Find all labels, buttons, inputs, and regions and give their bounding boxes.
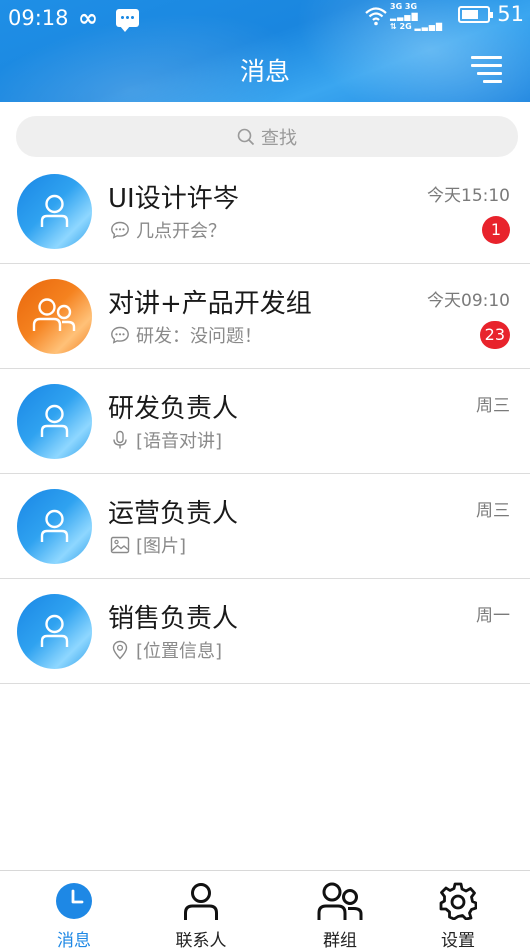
- nav-item-groups[interactable]: 群组: [290, 871, 390, 949]
- microphone-icon: [113, 430, 127, 449]
- image-icon: [110, 536, 130, 554]
- conversation-time: 周一: [476, 606, 510, 626]
- conversation-item[interactable]: 销售负责人 周一 [位置信息]: [0, 579, 530, 684]
- nav-item-settings[interactable]: 设置: [408, 871, 508, 949]
- group-icon: [317, 882, 363, 920]
- nav-item-messages[interactable]: 消息: [24, 871, 124, 949]
- conversation-name: 对讲+产品开发组: [108, 289, 312, 319]
- person-icon: [40, 404, 69, 437]
- avatar: [17, 279, 92, 354]
- unread-badge: 23: [479, 321, 510, 349]
- person-icon: [40, 614, 69, 647]
- search-icon: [237, 128, 255, 145]
- conversation-name: 运营负责人: [108, 499, 239, 529]
- search-input[interactable]: 查找: [16, 116, 518, 157]
- conversation-preview: [图片]: [110, 534, 187, 557]
- conversation-item[interactable]: 对讲+产品开发组 今天09:10 研发：没问题！ 23: [0, 264, 530, 369]
- person-icon: [184, 883, 218, 920]
- conversation-preview: [语音对讲]: [110, 429, 223, 452]
- battery-level: 51: [497, 2, 524, 26]
- nav-label: 群组: [323, 931, 357, 949]
- gear-icon: [439, 882, 477, 920]
- preview-text: [位置信息]: [136, 641, 223, 662]
- page-title: 消息: [239, 57, 290, 86]
- menu-button[interactable]: [471, 55, 502, 83]
- preview-text: [图片]: [136, 536, 187, 557]
- unread-badge: 1: [482, 216, 510, 244]
- conversation-name: 研发负责人: [108, 394, 239, 424]
- search-placeholder: 查找: [261, 127, 297, 149]
- nav-item-contacts[interactable]: 联系人: [151, 871, 251, 949]
- person-icon: [40, 509, 69, 542]
- conversation-name: 销售负责人: [108, 604, 239, 634]
- conversation-time: 今天15:10: [427, 186, 510, 206]
- conversation-name: UI设计许岑: [108, 184, 239, 214]
- conversation-item[interactable]: UI设计许岑 今天15:10 几点开会？ 1: [0, 159, 530, 264]
- cellular-signal-icon: 3G 3G ▂▃▅▇ ⇅ 2G ▂▃▅▇: [390, 2, 444, 31]
- conversation-list: UI设计许岑 今天15:10 几点开会？ 1 对讲+产品开发组 今天09:10: [0, 159, 530, 684]
- message-notification-icon: [116, 9, 139, 32]
- avatar: [17, 384, 92, 459]
- nav-label: 设置: [441, 931, 475, 949]
- chat-bubble-icon: [111, 221, 129, 239]
- preview-text: 几点开会？: [136, 221, 226, 242]
- battery-icon: [458, 6, 493, 23]
- conversation-preview: [位置信息]: [110, 639, 223, 662]
- location-pin-icon: [112, 640, 128, 660]
- wifi-icon: [365, 7, 387, 26]
- nav-label: 联系人: [175, 931, 227, 949]
- conversation-preview: 几点开会？: [110, 219, 226, 242]
- nav-label: 消息: [57, 931, 91, 949]
- preview-text: 研发：没问题！: [136, 326, 262, 347]
- clock-icon: [56, 883, 92, 919]
- avatar: [17, 489, 92, 564]
- group-icon: [32, 298, 76, 331]
- person-icon: [40, 194, 69, 227]
- avatar: [17, 174, 92, 249]
- conversation-time: 今天09:10: [427, 291, 510, 311]
- conversation-time: 周三: [476, 396, 510, 416]
- status-time: 09:18: [8, 6, 69, 30]
- infinity-icon: ∞: [78, 4, 98, 32]
- conversation-time: 周三: [476, 501, 510, 521]
- conversation-item[interactable]: 研发负责人 周三 [语音对讲]: [0, 369, 530, 474]
- conversation-preview: 研发：没问题！: [110, 324, 262, 347]
- status-bar: 09:18 ∞ 3G 3G ▂▃▅▇ ⇅ 2G ▂▃▅▇ 51: [0, 0, 530, 38]
- header: 09:18 ∞ 3G 3G ▂▃▅▇ ⇅ 2G ▂▃▅▇ 51 消息: [0, 0, 530, 102]
- conversation-item[interactable]: 运营负责人 周三 [图片]: [0, 474, 530, 579]
- avatar: [17, 594, 92, 669]
- chat-bubble-icon: [111, 326, 129, 344]
- preview-text: [语音对讲]: [136, 431, 223, 452]
- bottom-nav: 消息 联系人 群组 设置: [0, 870, 530, 949]
